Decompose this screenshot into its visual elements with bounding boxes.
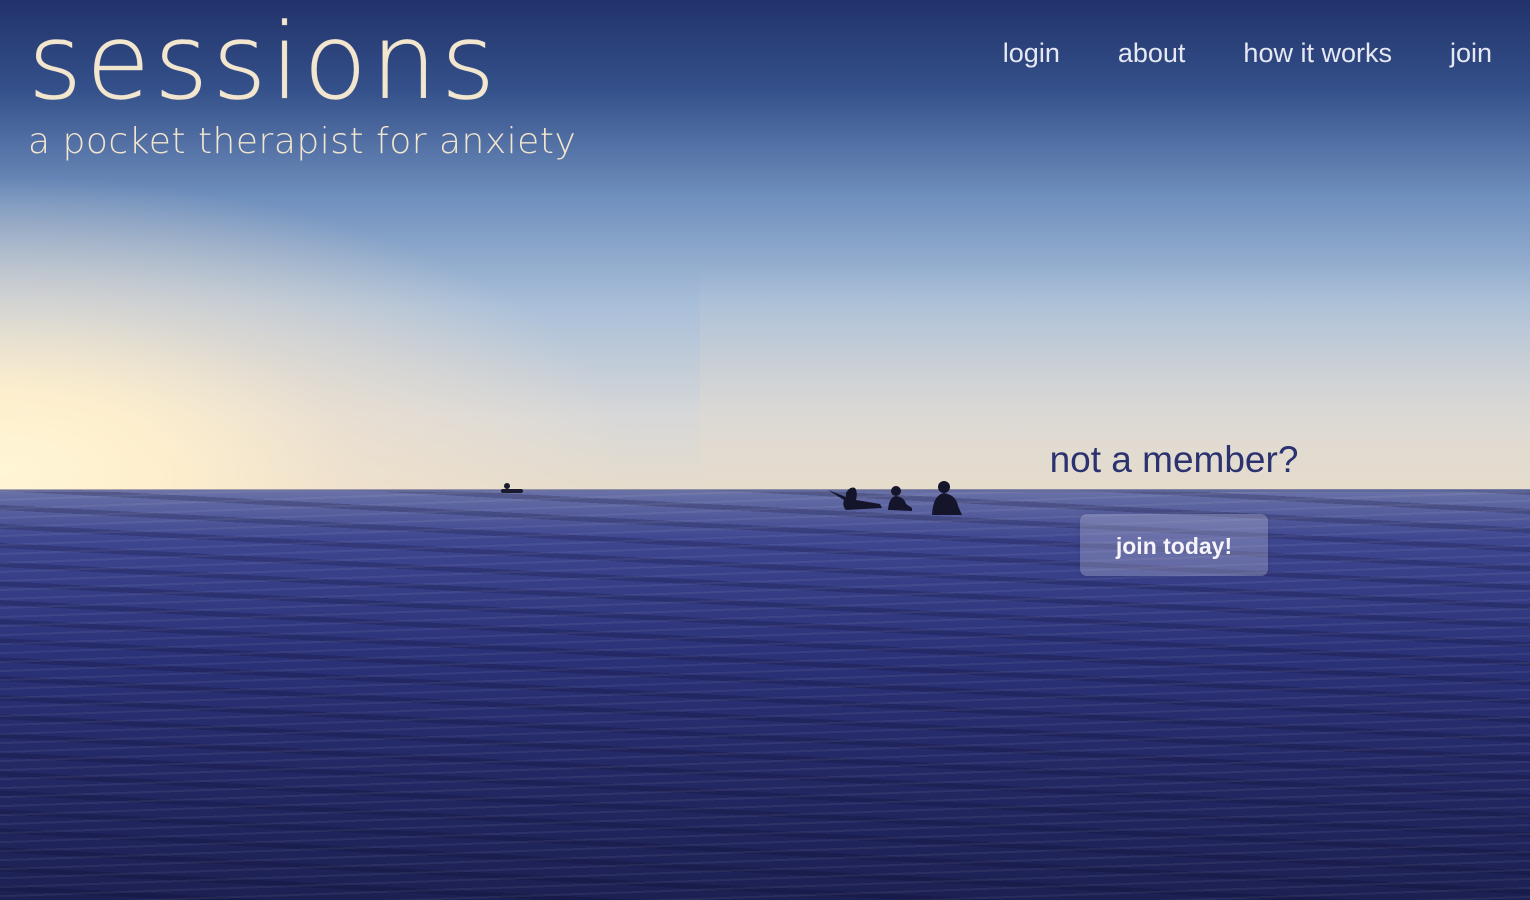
join-cta: not a member? join today! bbox=[1046, 436, 1302, 576]
brand-title: sessions bbox=[28, 1, 500, 123]
top-nav: login about how it works join bbox=[1003, 38, 1492, 69]
brand-tagline: a pocket therapist for anxiety bbox=[28, 121, 577, 162]
cta-heading: not a member? bbox=[1049, 439, 1299, 480]
nav-about-link[interactable]: about bbox=[1118, 38, 1186, 69]
nav-how-it-works-link[interactable]: how it works bbox=[1243, 38, 1392, 69]
nav-join-link[interactable]: join bbox=[1450, 38, 1492, 69]
landing-page: sessions a pocket therapist for anxiety … bbox=[0, 0, 1530, 900]
join-today-button[interactable]: join today! bbox=[1080, 514, 1268, 576]
brand-logo[interactable]: sessions a pocket therapist for anxiety bbox=[28, 8, 576, 162]
nav-login-link[interactable]: login bbox=[1003, 38, 1060, 69]
